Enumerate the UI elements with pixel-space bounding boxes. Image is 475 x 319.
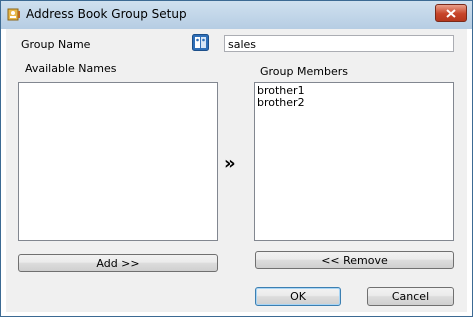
address-book-icon — [7, 8, 20, 21]
cancel-button[interactable]: Cancel — [367, 287, 454, 306]
group-name-value: sales — [228, 38, 257, 51]
dialog-window: Address Book Group Setup Group Name sale… — [0, 0, 473, 317]
group-members-list[interactable]: brother1 brother2 — [254, 82, 454, 241]
title-bar[interactable]: Address Book Group Setup — [1, 1, 472, 29]
address-book-group-icon[interactable] — [192, 34, 209, 51]
group-members-label: Group Members — [260, 65, 348, 78]
dialog-content: Group Name sales Available Names Group M… — [6, 29, 467, 312]
add-button[interactable]: Add >> — [18, 254, 218, 272]
group-name-label: Group Name — [21, 38, 91, 51]
close-button[interactable] — [435, 4, 467, 22]
list-item[interactable]: brother2 — [255, 97, 453, 109]
ok-button[interactable]: OK — [255, 287, 341, 306]
available-names-list[interactable] — [18, 82, 218, 241]
remove-button[interactable]: << Remove — [255, 251, 454, 269]
available-names-label: Available Names — [25, 62, 117, 75]
close-icon — [446, 8, 456, 18]
group-name-input[interactable]: sales — [224, 35, 454, 52]
transfer-arrow: » — [224, 153, 236, 174]
window-title: Address Book Group Setup — [26, 7, 187, 21]
